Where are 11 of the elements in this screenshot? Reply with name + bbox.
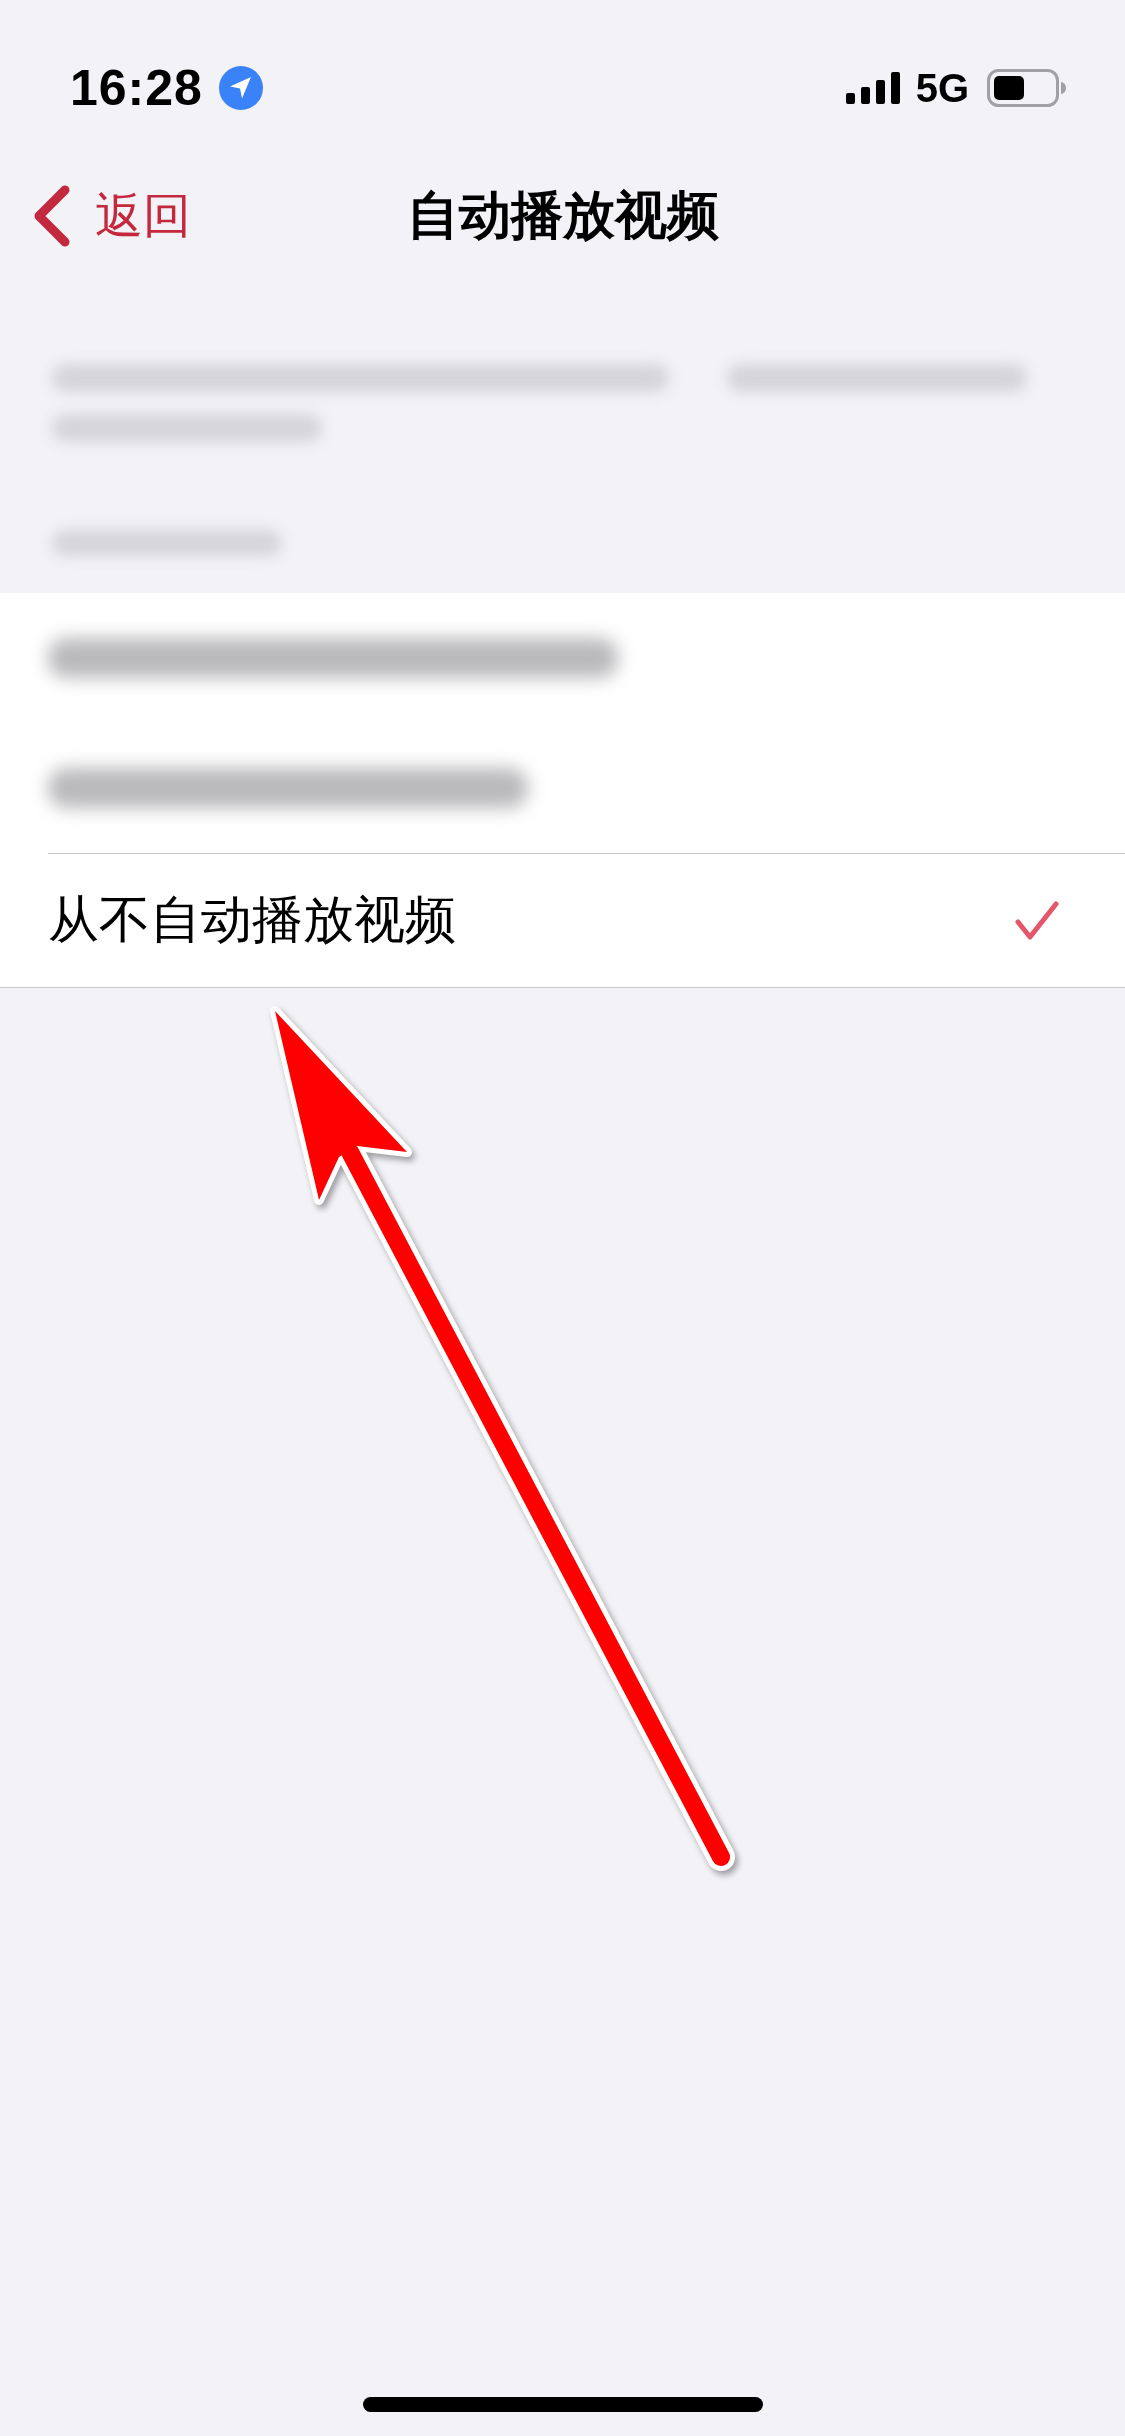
- home-indicator[interactable]: [362, 2397, 763, 2412]
- option-row[interactable]: 从不自动播放视频: [48, 853, 1125, 987]
- chevron-icon: [33, 185, 71, 247]
- status-time: 16:28: [70, 59, 203, 117]
- battery-icon: [987, 69, 1067, 107]
- page-title: 自动播放视频: [406, 185, 719, 246]
- network-label: 5G: [915, 65, 969, 111]
- checkmark-icon: [1014, 899, 1060, 942]
- signal-icon: [845, 72, 902, 104]
- location-icon: [218, 66, 263, 110]
- back-button[interactable]: 返回: [0, 184, 191, 248]
